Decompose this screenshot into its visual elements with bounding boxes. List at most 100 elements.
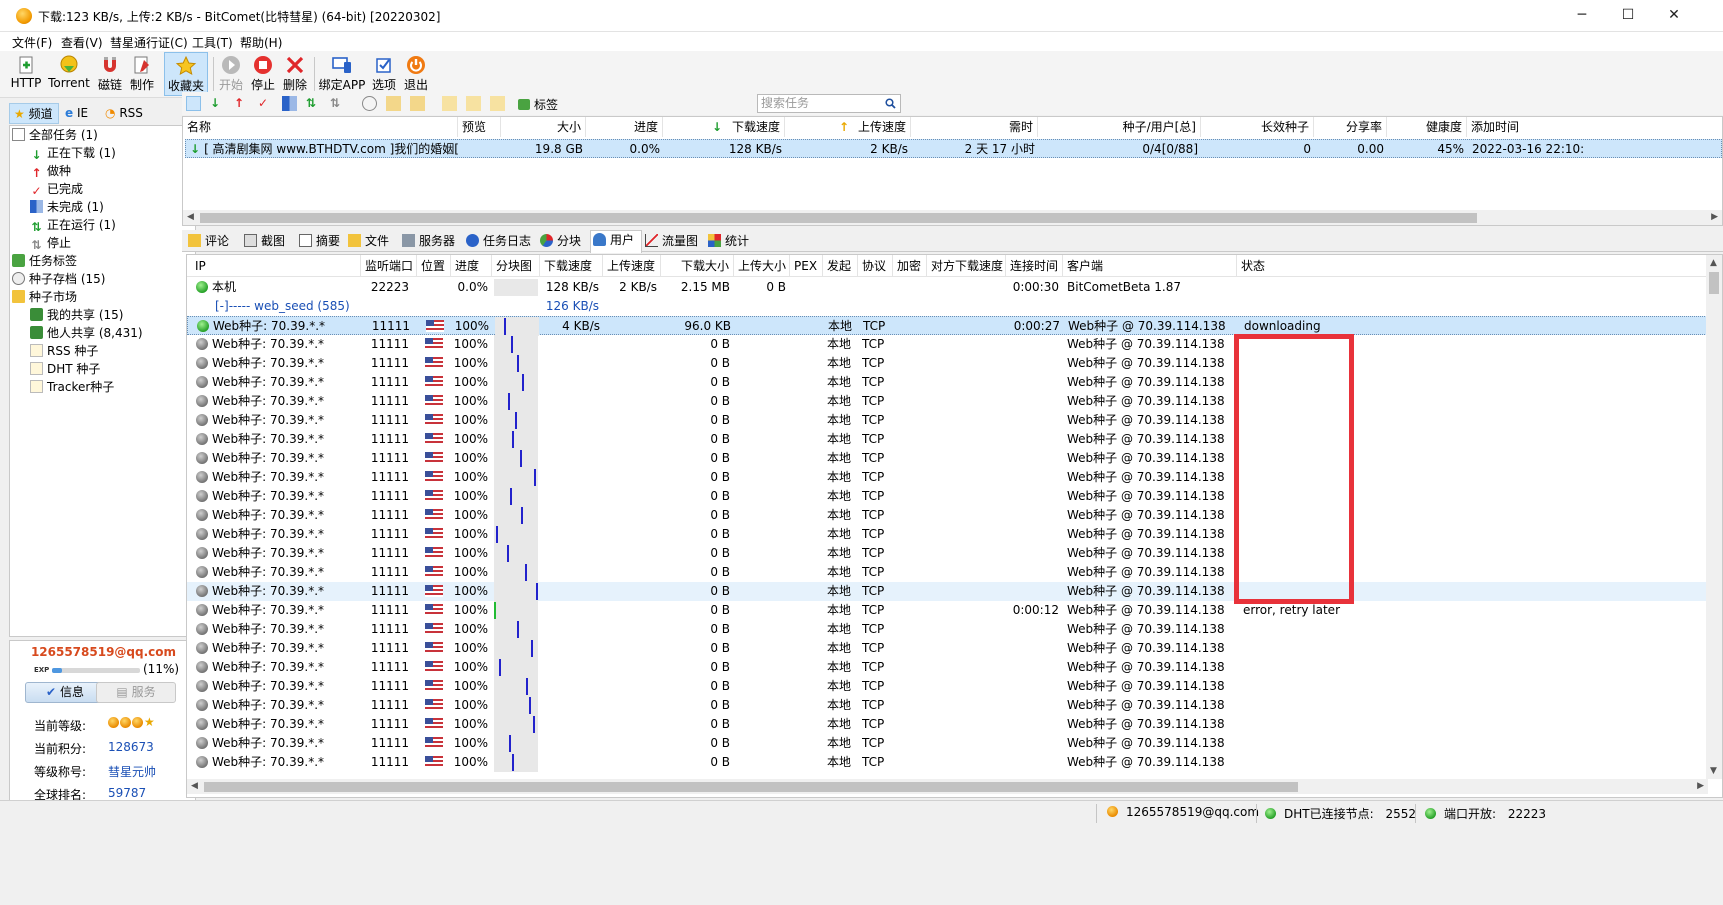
search-input[interactable]: 搜索任务 <box>757 94 901 113</box>
column-upload-size[interactable]: 上传大小 <box>734 255 790 277</box>
status-account[interactable]: 1265578519@qq.com <box>1107 805 1259 819</box>
scroll-left-icon[interactable]: ◀ <box>191 781 198 791</box>
peer-list-vscrollbar[interactable]: ▲ ▼ <box>1706 255 1722 779</box>
column-status[interactable]: 状态 <box>1237 255 1707 277</box>
column-download-speed[interactable]: 下载速度 <box>540 255 603 277</box>
peer-row[interactable]: Web种子: 70.39.*.* 11111 100% 4 KB/s 96.0 KB 本地… <box>187 316 1707 336</box>
menu-tools[interactable]: 工具(T) <box>192 34 233 51</box>
scroll-right-icon[interactable]: ▶ <box>1711 212 1718 222</box>
tab-files[interactable]: 文件 <box>346 232 400 252</box>
column-upload-speed[interactable]: 上传速度 <box>603 255 661 277</box>
sidebar-item-dht-torrents[interactable]: DHT 种子 <box>30 360 100 378</box>
check-icon[interactable]: ✓ <box>258 96 273 111</box>
stop-button[interactable]: 停止 <box>248 52 278 96</box>
torrent-file-icon[interactable] <box>410 96 425 111</box>
column-share-ratio[interactable]: 分享率 <box>1314 117 1387 137</box>
menu-view[interactable]: 查看(V) <box>61 34 103 51</box>
column-health[interactable]: 健康度 <box>1387 117 1467 137</box>
sidebar-item-seeding[interactable]: ↑ 做种 <box>30 162 71 180</box>
user-email[interactable]: 1265578519@qq.com <box>10 645 197 659</box>
column-piece-map[interactable]: 分块图 <box>492 255 540 277</box>
web-seed-group-label[interactable]: [-]----- web_seed (585) <box>215 297 375 316</box>
sidebar-item-others-shares[interactable]: 他人共享 (8,431) <box>30 324 143 342</box>
column-client[interactable]: 客户端 <box>1063 255 1237 277</box>
sidebar-item-stopped[interactable]: ⇅ 停止 <box>30 234 71 252</box>
column-connect-time[interactable]: 连接时间 <box>1006 255 1063 277</box>
menu-help[interactable]: 帮助(H) <box>240 34 282 51</box>
peer-row[interactable]: Web种子: 70.39.*.* 11111 100% 0 B 本地 TCP Web种子 @… <box>187 487 1707 506</box>
http-button[interactable]: HTTP <box>9 52 43 96</box>
down-arrow-icon[interactable]: ↓ <box>210 96 225 111</box>
tab-ie[interactable]: e IE <box>61 103 101 124</box>
tab-comments[interactable]: 评论 <box>186 232 240 252</box>
column-name[interactable]: 名称 <box>183 117 458 137</box>
tab-rss[interactable]: ◔ RSS <box>101 103 151 124</box>
tab-statistics[interactable]: 统计 <box>706 232 760 252</box>
tag-filter-button[interactable]: 标签 <box>518 96 558 113</box>
sidebar-item-tracker-torrents[interactable]: Tracker种子 <box>30 378 114 396</box>
column-pex[interactable]: PEX <box>790 255 823 277</box>
scroll-left-icon[interactable]: ◀ <box>187 212 194 222</box>
peer-row[interactable]: Web种子: 70.39.*.* 11111 100% 0 B 本地 TCP Web种子 @… <box>187 658 1707 677</box>
column-long-seeds[interactable]: 长效种子 <box>1201 117 1314 137</box>
column-progress[interactable]: 进度 <box>586 117 663 137</box>
sidebar-item-completed[interactable]: ✓ 已完成 <box>30 180 83 198</box>
column-download-speed[interactable]: ↓ 下载速度 <box>663 117 785 137</box>
column-listen-port[interactable]: 监听端口 <box>361 255 417 277</box>
peer-row[interactable]: Web种子: 70.39.*.* 11111 100% 0 B 本地 TCP Web种子 @… <box>187 335 1707 354</box>
peer-row[interactable]: Web种子: 70.39.*.* 11111 100% 0 B 本地 TCP Web种子 @… <box>187 544 1707 563</box>
magnet-button[interactable]: 磁链 <box>95 52 125 96</box>
peer-row[interactable]: Web种子: 70.39.*.* 11111 100% 0 B 本地 TCP Web种子 @… <box>187 373 1707 392</box>
column-upload-speed[interactable]: ↑ 上传速度 <box>785 117 911 137</box>
archive-icon[interactable] <box>490 96 505 111</box>
sidebar-item-incomplete[interactable]: 未完成 (1) <box>30 198 104 216</box>
hscroll-thumb[interactable] <box>204 782 1298 792</box>
archive-icon[interactable] <box>466 96 481 111</box>
column-location[interactable]: 位置 <box>417 255 451 277</box>
peer-row[interactable]: Web种子: 70.39.*.* 11111 100% 0 B 本地 TCP Web种子 @… <box>187 620 1707 639</box>
peer-row[interactable]: Web种子: 70.39.*.* 11111 100% 0 B 本地 TCP Web种子 @… <box>187 734 1707 753</box>
peer-row[interactable]: Web种子: 70.39.*.* 11111 100% 0 B 本地 TCP Web种子 @… <box>187 468 1707 487</box>
column-peer-download-speed[interactable]: 对方下载速度 <box>927 255 1006 277</box>
sidebar-item-torrent-market[interactable]: 种子市场 <box>12 288 77 306</box>
tab-servers[interactable]: 服务器 <box>400 232 466 252</box>
tab-traffic-chart[interactable]: 流量图 <box>643 232 709 252</box>
column-eta[interactable]: 需时 <box>911 117 1038 137</box>
tab-channel[interactable]: ★ 频道 <box>9 103 59 124</box>
peer-row[interactable]: Web种子: 70.39.*.* 11111 100% 0 B 本地 TCP Web种子 @… <box>187 392 1707 411</box>
web-seed-group-row[interactable]: [-]----- web_seed (585) 126 KB/s <box>187 297 1707 316</box>
tab-task-log[interactable]: 任务日志 <box>464 232 542 252</box>
refresh-icon[interactable] <box>362 96 377 111</box>
sidebar-item-task-tags[interactable]: 任务标签 <box>12 252 77 270</box>
column-seeds-peers[interactable]: 种子/用户[总] <box>1038 117 1201 137</box>
sidebar-item-torrent-archive[interactable]: 种子存档 (15) <box>12 270 105 288</box>
stopped-icon[interactable]: ⇅ <box>330 96 345 111</box>
up-arrow-icon[interactable]: ↑ <box>234 96 249 111</box>
peer-row[interactable]: Web种子: 70.39.*.* 11111 100% 0 B 本地 TCP Web种子 @… <box>187 506 1707 525</box>
peer-row[interactable]: Web种子: 70.39.*.* 11111 100% 0 B 本地 TCP Web种子 @… <box>187 639 1707 658</box>
tab-peers[interactable]: 用户 <box>590 230 642 253</box>
peer-row[interactable]: Web种子: 70.39.*.* 11111 100% 0 B 本地 TCP Web种子 @… <box>187 582 1707 601</box>
menu-passport[interactable]: 彗星通行证(C) <box>110 34 188 51</box>
delete-button[interactable]: 删除 <box>280 52 310 96</box>
torrent-button[interactable]: Torrent <box>47 52 91 96</box>
peer-row[interactable]: Web种子: 70.39.*.* 11111 100% 0 B 本地 TCP Web种子 @… <box>187 430 1707 449</box>
options-button[interactable]: 选项 <box>369 52 399 96</box>
peer-row-local[interactable]: 本机 22223 0.0% 128 KB/s 2 KB/s 2.15 MB 0 … <box>187 278 1707 297</box>
sidebar-item-downloading[interactable]: ↓ 正在下载 (1) <box>30 144 115 162</box>
column-progress[interactable]: 进度 <box>451 255 492 277</box>
peer-row[interactable]: Web种子: 70.39.*.* 11111 100% 0 B 本地 TCP Web种子 @… <box>187 696 1707 715</box>
scroll-down-icon[interactable]: ▼ <box>1710 766 1717 776</box>
column-size[interactable]: 大小 <box>501 117 586 137</box>
start-button[interactable]: 开始 <box>216 52 246 96</box>
peer-row[interactable]: Web种子: 70.39.*.* 11111 100% 0 B 本地 TCP 0:00:12… <box>187 601 1707 620</box>
scroll-right-icon[interactable]: ▶ <box>1697 781 1704 791</box>
column-protocol[interactable]: 协议 <box>858 255 893 277</box>
incomplete-icon[interactable] <box>282 96 297 111</box>
sidebar-item-all-tasks[interactable]: 全部任务 (1) <box>12 126 98 144</box>
peer-row[interactable]: Web种子: 70.39.*.* 11111 100% 0 B 本地 TCP Web种子 @… <box>187 525 1707 544</box>
sidebar-item-my-shares[interactable]: 我的共享 (15) <box>30 306 123 324</box>
peer-row[interactable]: Web种子: 70.39.*.* 11111 100% 0 B 本地 TCP Web种子 @… <box>187 449 1707 468</box>
new-task-icon[interactable] <box>186 96 201 111</box>
sidebar-item-rss-torrents[interactable]: RSS 种子 <box>30 342 98 360</box>
